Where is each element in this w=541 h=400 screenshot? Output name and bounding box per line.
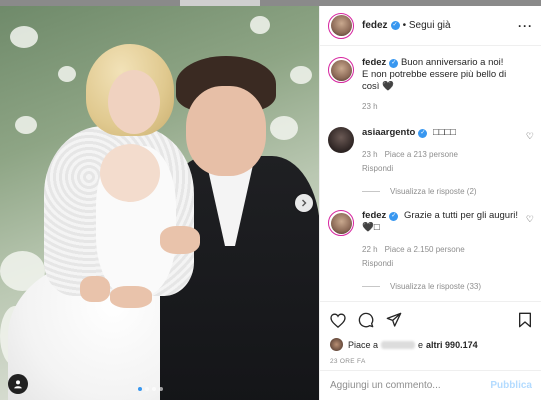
avatar [330,338,343,351]
view-replies-button[interactable]: Visualizza le risposte (2) [362,187,534,196]
tagged-users-button[interactable] [8,374,28,394]
reply-button[interactable]: Rispondi [362,258,522,270]
comment-time[interactable]: 22 h [362,244,378,256]
post-details-panel: fedez ✓ • Segui già ··· fedez ✓ Buon anni… [319,6,541,400]
heart-icon[interactable] [330,312,346,328]
avatar[interactable] [328,210,354,236]
view-replies-button[interactable]: Visualizza le risposte (33) [362,282,534,291]
comment-likes[interactable]: Piace a 2.150 persone [385,244,465,256]
user-icon [14,380,22,389]
likes-count[interactable]: altri 990.174 [426,340,478,350]
comment-icon[interactable] [358,312,374,328]
heart-outline-icon[interactable]: ♡ [526,131,534,175]
more-dots-icon[interactable]: ··· [518,19,533,33]
post-actions: Piace a e altri 990.174 23 ORE FA [320,301,541,365]
reply-button[interactable]: Rispondi [362,163,522,175]
carousel-indicator [138,387,163,391]
verified-badge-icon: ✓ [390,21,400,30]
caption-text-line2: E non potrebbe essere più bello di [362,69,507,80]
bookmark-icon[interactable] [518,312,532,328]
add-comment-bar: Pubblica [320,370,541,400]
post-photo[interactable] [0,6,319,400]
caption-text-line1: Buon anniversario a noi! [400,57,504,68]
post-header: fedez ✓ • Segui già ··· [320,6,541,46]
share-icon[interactable] [386,312,402,328]
comment-text: □□□□ [432,127,456,138]
caption-time[interactable]: 23 h [362,101,378,113]
comment-likes[interactable]: Piace a 213 persone [385,149,458,161]
blurred-username [381,340,416,349]
caption-username[interactable]: fedez [362,57,386,68]
post-date[interactable]: 23 ORE FA [330,358,532,365]
avatar[interactable] [328,57,354,83]
verified-badge-icon: ✓ [389,59,399,68]
likes-summary: Piace a e altri 990.174 [330,338,532,351]
likes-suffix: e [418,339,424,350]
avatar[interactable] [328,127,354,153]
comment: fedez ✓ Grazie a tutti per gli auguri! 🖤□… [328,196,534,270]
likes-prefix: Piace a [348,339,379,350]
comment-username[interactable]: asiaargento [362,127,415,138]
publish-button[interactable]: Pubblica [490,380,532,391]
next-photo-button[interactable] [295,194,313,212]
comment-input[interactable] [330,380,491,391]
post-username[interactable]: fedez [362,20,388,31]
view-replies-label: Visualizza le risposte (2) [390,187,477,196]
chevron-right-icon [302,199,307,207]
comment: asiaargento ✓ □□□□ 23 h Piace a 213 perso… [328,113,534,175]
following-status[interactable]: • Segui già [403,20,451,31]
comment-username[interactable]: fedez [362,210,386,221]
verified-badge-icon: ✓ [418,129,428,138]
verified-badge-icon: ✓ [389,212,399,221]
caption: fedez ✓ Buon anniversario a noi! E non po… [328,47,534,113]
heart-outline-icon[interactable]: ♡ [526,214,534,270]
comments-list[interactable]: fedez ✓ Buon anniversario a noi! E non po… [320,47,541,300]
comment-time[interactable]: 23 h [362,149,378,161]
avatar[interactable] [328,12,354,39]
view-replies-label: Visualizza le risposte (33) [390,282,482,291]
caption-text-line3: così 🖤 [362,81,394,92]
